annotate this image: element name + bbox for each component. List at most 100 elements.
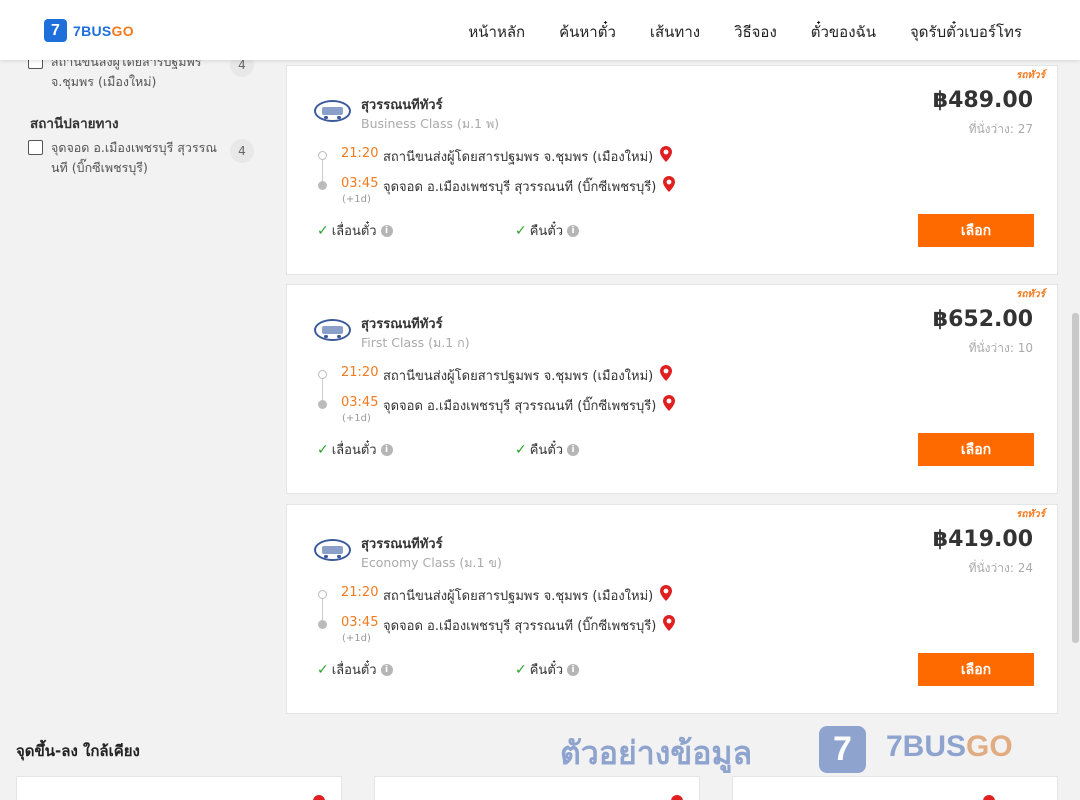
map-pin-icon[interactable]: [663, 615, 675, 631]
trip-card: รถทัวร์ สุวรรณนทีทัวร์ Economy Class (ม.…: [286, 504, 1058, 714]
arrival-dot-icon: [318, 400, 327, 409]
select-trip-button[interactable]: เลือก: [918, 653, 1034, 686]
departure-stop: สถานีขนส่งผู้โดยสารปฐมพร จ.ชุมพร (เมืองใ…: [383, 589, 654, 604]
arrival-stop: จุดจอด อ.เมืองเพชรบุรี สุวรรณนที (บิ๊กซี…: [383, 399, 657, 414]
info-icon[interactable]: i: [380, 443, 393, 456]
nav-home[interactable]: หน้าหลัก: [468, 20, 525, 44]
map-pin-icon[interactable]: [663, 395, 675, 411]
bus-class: First Class (ม.1 ก): [361, 335, 470, 350]
brand-logo[interactable]: 7 7BUSGO: [44, 19, 134, 42]
nav-routes[interactable]: เส้นทาง: [650, 20, 700, 44]
refund-ticket-feature: ✓ คืนตั๋ว i: [515, 220, 580, 241]
departure-dot-icon: [318, 151, 327, 160]
nav-ticket-pickup-phone[interactable]: จุดรับตั๋วเบอร์โทร: [910, 20, 1022, 44]
info-icon[interactable]: i: [567, 663, 580, 676]
filter-sidebar: สถานีขนส่งผู้โดยสารปฐมพร จ.ชุมพร (เมืองใ…: [0, 53, 270, 720]
arrival-stop: จุดจอด อ.เมืองเพชรบุรี สุวรรณนที (บิ๊กซี…: [383, 619, 657, 634]
arrival-stop: จุดจอด อ.เมืองเพชรบุรี สุวรรณนที (บิ๊กซี…: [383, 180, 657, 195]
change-ticket-feature: ✓ เลื่อนตั๋ว i: [317, 659, 393, 680]
map-pin-icon[interactable]: [663, 176, 675, 192]
bus-class: Economy Class (ม.1 ข): [361, 555, 502, 570]
arrival-dot-icon: [318, 181, 327, 190]
refund-ticket-feature: ✓ คืนตั๋ว i: [515, 439, 580, 460]
map-pin-icon: [671, 795, 683, 800]
info-icon[interactable]: i: [567, 443, 580, 456]
next-day-indicator: (+1d): [342, 633, 371, 644]
watermark-brand: 7BUSGO: [886, 730, 1013, 763]
trip-price: ฿419.00: [932, 527, 1033, 552]
nav-search-ticket[interactable]: ค้นหาตั๋ว: [559, 20, 616, 44]
trip-price: ฿489.00: [932, 88, 1033, 113]
top-navbar: 7 7BUSGO หน้าหลัก ค้นหาตั๋ว เส้นทาง วิธี…: [0, 0, 1080, 60]
feature-label: คืนตั๋ว: [529, 224, 564, 239]
arrival-time: 03:45: [341, 176, 379, 191]
nearby-stop-card[interactable]: [732, 776, 1058, 800]
operator-logo-icon: [314, 100, 351, 122]
trip-card: รถทัวร์ สุวรรณนทีทัวร์ Business Class (ม…: [286, 65, 1058, 275]
vehicle-type-tag: รถทัวร์: [1015, 289, 1045, 300]
operator-logo-icon: [314, 319, 351, 341]
destination-filter-count: 4: [230, 139, 254, 163]
trip-price: ฿652.00: [932, 307, 1033, 332]
vehicle-type-tag: รถทัวร์: [1015, 509, 1045, 520]
vehicle-type-tag: รถทัวร์: [1015, 70, 1045, 81]
arrival-time: 03:45: [341, 615, 379, 630]
change-ticket-feature: ✓ เลื่อนตั๋ว i: [317, 439, 393, 460]
bus-class: Business Class (ม.1 พ): [361, 116, 500, 131]
check-icon: ✓: [317, 661, 329, 678]
nearby-stop-card[interactable]: [374, 776, 700, 800]
map-pin-icon: [983, 795, 995, 800]
logo-mark-icon: 7: [44, 19, 67, 42]
logo-text: 7BUSGO: [73, 22, 134, 39]
refund-ticket-feature: ✓ คืนตั๋ว i: [515, 659, 580, 680]
change-ticket-feature: ✓ เลื่อนตั๋ว i: [317, 220, 393, 241]
destination-filter-option[interactable]: จุดจอด อ.เมืองเพชรบุรี สุวรรณนที (บิ๊กซี…: [28, 138, 231, 178]
trip-card: รถทัวร์ สุวรรณนทีทัวร์ First Class (ม.1 …: [286, 284, 1058, 494]
nearby-stop-card[interactable]: [16, 776, 342, 800]
nearby-stops-title: จุดขึ้น-ลง ใกล้เคียง: [16, 742, 140, 760]
select-trip-button[interactable]: เลือก: [918, 214, 1034, 247]
operator-logo-icon: [314, 539, 351, 561]
departure-time: 21:20: [341, 585, 379, 600]
departure-time: 21:20: [341, 365, 379, 380]
destination-section-title: สถานีปลายทาง: [30, 116, 119, 132]
main-nav: หน้าหลัก ค้นหาตั๋ว เส้นทาง วิธีจอง ตั๋วข…: [468, 20, 1022, 44]
watermark-logo-icon: 7: [819, 726, 866, 773]
seats-available: ที่นั่งว่าง: 24: [968, 561, 1033, 575]
next-day-indicator: (+1d): [342, 194, 371, 205]
check-icon: ✓: [515, 441, 527, 458]
departure-stop: สถานีขนส่งผู้โดยสารปฐมพร จ.ชุมพร (เมืองใ…: [383, 150, 654, 165]
info-icon[interactable]: i: [380, 224, 393, 237]
departure-dot-icon: [318, 370, 327, 379]
check-icon: ✓: [317, 222, 329, 239]
map-pin-icon[interactable]: [660, 146, 672, 162]
feature-label: คืนตั๋ว: [529, 663, 564, 678]
sample-data-watermark: ตัวอย่างข้อมูล: [560, 734, 753, 772]
seats-available: ที่นั่งว่าง: 27: [968, 122, 1033, 136]
operator-name: สุวรรณนทีทัวร์: [361, 98, 443, 113]
check-icon: ✓: [515, 661, 527, 678]
select-trip-button[interactable]: เลือก: [918, 433, 1034, 466]
scrollbar-thumb[interactable]: [1072, 313, 1079, 643]
feature-label: เลื่อนตั๋ว: [331, 224, 377, 239]
info-icon[interactable]: i: [567, 224, 580, 237]
info-icon[interactable]: i: [380, 663, 393, 676]
next-day-indicator: (+1d): [342, 413, 371, 424]
check-icon: ✓: [515, 222, 527, 239]
nav-how-to-book[interactable]: วิธีจอง: [734, 20, 777, 44]
seats-available: ที่นั่งว่าง: 10: [968, 341, 1033, 355]
operator-name: สุวรรณนทีทัวร์: [361, 537, 443, 552]
departure-stop: สถานีขนส่งผู้โดยสารปฐมพร จ.ชุมพร (เมืองใ…: [383, 369, 654, 384]
arrival-dot-icon: [318, 620, 327, 629]
departure-time: 21:20: [341, 146, 379, 161]
arrival-time: 03:45: [341, 395, 379, 410]
destination-filter-label: จุดจอด อ.เมืองเพชรบุรี สุวรรณนที (บิ๊กซี…: [51, 140, 217, 175]
check-icon: ✓: [317, 441, 329, 458]
departure-dot-icon: [318, 590, 327, 599]
nav-my-tickets[interactable]: ตั๋วของฉัน: [811, 20, 876, 44]
map-pin-icon: [313, 795, 325, 800]
destination-filter-checkbox[interactable]: [28, 140, 43, 155]
map-pin-icon[interactable]: [660, 585, 672, 601]
map-pin-icon[interactable]: [660, 365, 672, 381]
feature-label: เลื่อนตั๋ว: [331, 443, 377, 458]
